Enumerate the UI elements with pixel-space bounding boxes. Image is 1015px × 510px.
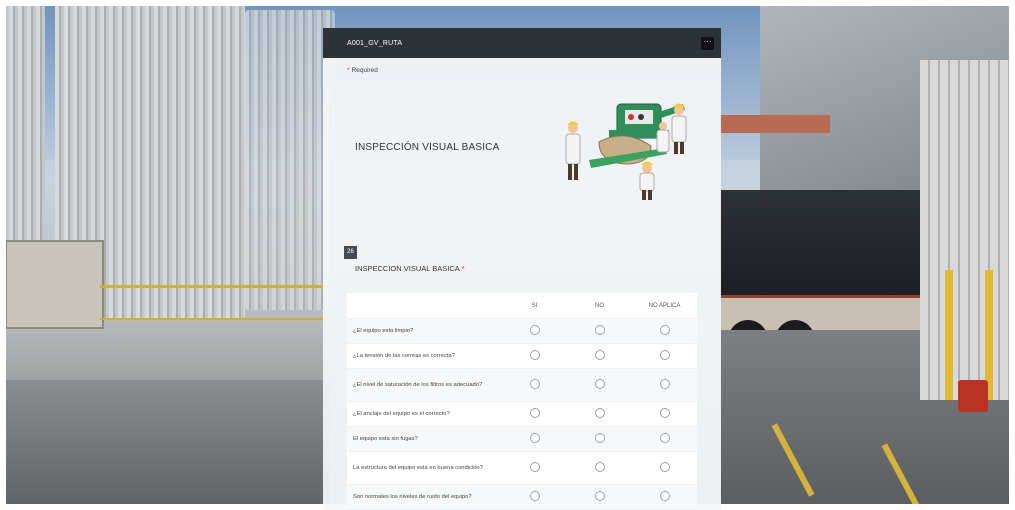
radio-no[interactable]: [594, 462, 605, 472]
radio-no-aplica[interactable]: [659, 325, 670, 335]
radio-cell: [632, 325, 697, 337]
radio-si[interactable]: [529, 325, 540, 335]
grid-row: ¿La tensión de las correas es correcta?: [347, 344, 697, 369]
radio-no-aplica[interactable]: [659, 379, 670, 389]
radio-si[interactable]: [529, 350, 540, 360]
radio-cell: [567, 433, 632, 445]
radio-no[interactable]: [594, 491, 605, 501]
radio-si[interactable]: [529, 408, 540, 418]
radio-si[interactable]: [529, 491, 540, 501]
row-label: ¿La tensión de las correas es correcta?: [353, 352, 455, 359]
radio-cell: [632, 379, 697, 391]
form-card: A001_GV_RUTA ··· * Required INSPECCIÓN VI…: [323, 28, 721, 510]
radio-cell: [632, 462, 697, 474]
radio-cell: [567, 379, 632, 391]
radio-no-aplica[interactable]: [659, 491, 670, 501]
required-asterisk: *: [461, 264, 465, 273]
frame: [0, 0, 6, 510]
conveyor: [720, 115, 830, 133]
grid-header-row: SI NO NO APLICA: [347, 293, 697, 319]
inspection-workers-illustration: [565, 103, 687, 200]
radio-cell: [567, 325, 632, 337]
form-banner: INSPECCIÓN VISUAL BASICA: [323, 78, 721, 218]
radio-no[interactable]: [594, 408, 605, 418]
radio-no-aplica[interactable]: [659, 462, 670, 472]
form-title: A001_GV_RUTA: [347, 39, 403, 47]
radio-no[interactable]: [594, 379, 605, 389]
row-label: ¿El nivel de saturación de los filtros e…: [353, 381, 483, 388]
radio-no-aplica[interactable]: [659, 350, 670, 360]
radio-cell: [567, 350, 632, 362]
question-number: 26: [344, 246, 357, 259]
radio-cell: [502, 350, 567, 362]
radio-no-aplica[interactable]: [659, 408, 670, 418]
grid-row: ¿El nivel de saturación de los filtros e…: [347, 369, 697, 402]
required-note: * Required: [347, 67, 721, 74]
radio-cell: [567, 462, 632, 474]
radio-cell: [502, 379, 567, 391]
column-header-si: SI: [531, 302, 538, 309]
radio-cell: [567, 491, 632, 503]
required-asterisk: *: [347, 67, 350, 74]
frame: [0, 0, 1015, 6]
radio-si[interactable]: [529, 462, 540, 472]
banner-title: INSPECCIÓN VISUAL BASICA: [355, 142, 500, 153]
row-label: ¿El anclaje del equipo es el correcto?: [353, 410, 450, 417]
column-header-no: NO: [595, 302, 604, 309]
railing: [100, 285, 330, 320]
grid-row: ¿El equipo esta limpio?: [347, 319, 697, 344]
required-label: Required: [351, 67, 378, 74]
radio-si[interactable]: [529, 379, 540, 389]
row-label: ¿El equipo esta limpio?: [353, 327, 414, 334]
radio-cell: [632, 350, 697, 362]
radio-cell: [632, 408, 697, 420]
radio-cell: [502, 408, 567, 420]
truck-trailer: [720, 190, 950, 300]
radio-no[interactable]: [594, 433, 605, 443]
radio-cell: [567, 408, 632, 420]
radio-cell: [502, 491, 567, 503]
red-bucket: [958, 380, 988, 412]
row-label: La estructura del equipo esta en buena c…: [353, 464, 483, 471]
building-column: [920, 60, 1015, 400]
row-label: El equipo esta sin fugas?: [353, 435, 418, 442]
radio-cell: [502, 325, 567, 337]
question-title-text: INSPECCION VISUAL BASICA: [355, 264, 460, 273]
radio-cell: [502, 433, 567, 445]
frame: [1009, 0, 1015, 510]
radio-no[interactable]: [594, 350, 605, 360]
radio-no-aplica[interactable]: [659, 433, 670, 443]
radio-cell: [502, 462, 567, 474]
silo: [245, 10, 335, 310]
radio-si[interactable]: [529, 433, 540, 443]
radio-no[interactable]: [594, 325, 605, 335]
likert-grid: SI NO NO APLICA ¿El equipo esta limpio? …: [347, 293, 697, 510]
more-options-button[interactable]: ···: [701, 36, 714, 50]
row-label: Son normales los niveles de ruido del eq…: [353, 493, 472, 500]
grid-row: ¿El anclaje del equipo es el correcto?: [347, 402, 697, 427]
grid-row: La estructura del equipo esta en buena c…: [347, 452, 697, 485]
radio-cell: [632, 491, 697, 503]
column-header-no-aplica: NO APLICA: [648, 302, 681, 309]
form-header: A001_GV_RUTA ···: [323, 28, 721, 58]
grid-row: El equipo esta sin fugas?: [347, 427, 697, 452]
grid-row: Son normales los niveles de ruido del eq…: [347, 485, 697, 510]
radio-cell: [632, 433, 697, 445]
ellipsis-icon: ···: [703, 36, 712, 46]
yellow-post: [945, 270, 953, 400]
question-title: INSPECCION VISUAL BASICA *: [355, 264, 465, 273]
road: [0, 380, 330, 510]
booth: [5, 240, 104, 329]
